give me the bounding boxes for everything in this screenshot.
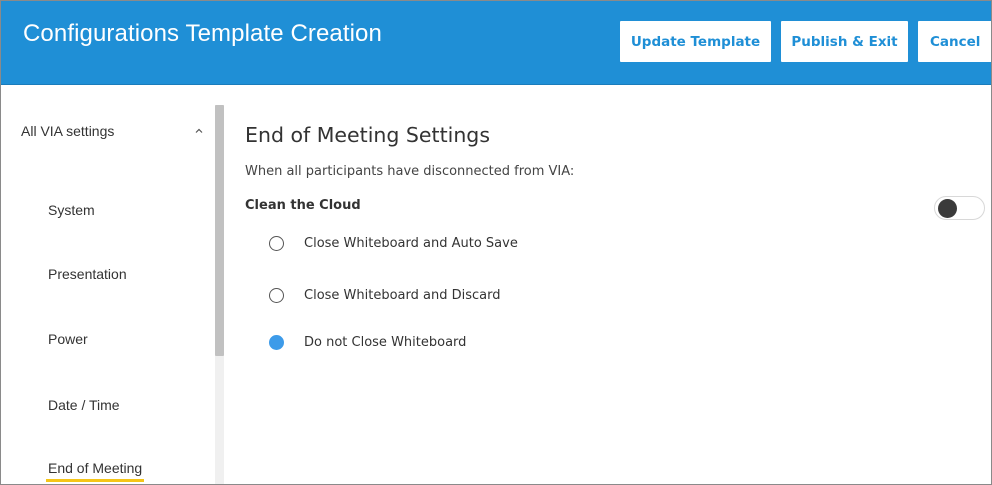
option-label: Do not Close Whiteboard [304,335,467,350]
update-template-button[interactable]: Update Template [620,21,771,62]
chevron-up-icon[interactable] [193,125,205,137]
section-title: End of Meeting Settings [245,123,490,147]
sidebar-item-date-time[interactable]: Date / Time [48,397,120,413]
sidebar-item-power[interactable]: Power [48,331,88,347]
settings-sidebar: All VIA settings System Presentation Pow… [1,85,225,484]
app-window: Configurations Template Creation Update … [0,0,992,485]
toggle-knob [938,199,957,218]
clean-cloud-toggle[interactable] [934,196,985,220]
option-label: Close Whiteboard and Auto Save [304,236,518,251]
cancel-button[interactable]: Cancel [918,21,991,62]
radio-button[interactable] [269,288,284,303]
sidebar-scrollbar-thumb[interactable] [215,105,224,356]
settings-panel: End of Meeting Settings When all partici… [225,85,991,484]
header-bar: Configurations Template Creation Update … [1,1,991,85]
sidebar-item-end-of-meeting[interactable]: End of Meeting [45,460,145,482]
option-close-auto-save[interactable]: Close Whiteboard and Auto Save [269,236,518,251]
sidebar-item-system[interactable]: System [48,202,95,218]
sidebar-item-presentation[interactable]: Presentation [48,266,127,282]
clean-cloud-label: Clean the Cloud [245,198,361,213]
radio-button-selected[interactable] [269,335,284,350]
section-description: When all participants have disconnected … [245,164,575,179]
radio-button[interactable] [269,236,284,251]
sidebar-group-title[interactable]: All VIA settings [21,123,114,139]
publish-exit-button[interactable]: Publish & Exit [781,21,908,62]
option-label: Close Whiteboard and Discard [304,288,501,303]
page-title: Configurations Template Creation [23,20,382,47]
option-do-not-close[interactable]: Do not Close Whiteboard [269,335,466,350]
option-close-discard[interactable]: Close Whiteboard and Discard [269,288,501,303]
